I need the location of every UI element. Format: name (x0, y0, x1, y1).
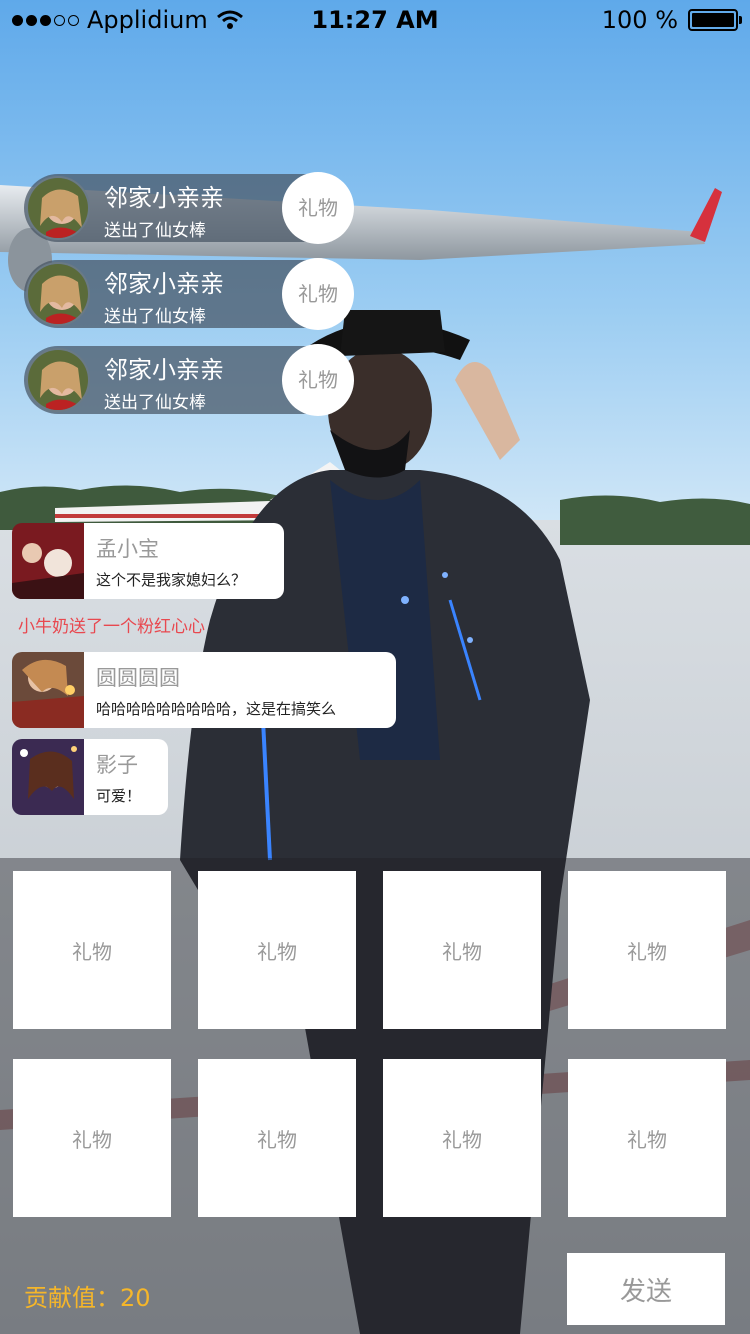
chat-username: 孟小宝 (96, 537, 159, 561)
chat-text: 可爱！ (96, 787, 142, 805)
gift-tile[interactable]: 礼物 (383, 871, 541, 1029)
gift-message: 送出了仙女棒 (104, 307, 206, 327)
avatar[interactable] (26, 262, 90, 326)
avatar[interactable] (26, 176, 90, 240)
send-button[interactable]: 发送 (567, 1253, 725, 1325)
gift-event-text: 小牛奶送了一个粉红心心 (18, 617, 205, 637)
sender-name: 邻家小亲亲 (104, 356, 224, 384)
gift-tile[interactable]: 礼物 (198, 1059, 356, 1217)
chat-username: 影子 (96, 753, 138, 777)
gift-icon: 礼物 (282, 344, 354, 416)
sender-name: 邻家小亲亲 (104, 270, 224, 298)
gift-tile[interactable]: 礼物 (13, 871, 171, 1029)
avatar[interactable] (12, 523, 84, 599)
gift-tile[interactable]: 礼物 (383, 1059, 541, 1217)
chat-bubble: 孟小宝 这个不是我家媳妇么？ (84, 523, 284, 599)
gift-message: 送出了仙女棒 (104, 393, 206, 413)
chat-bubble: 影子 可爱！ (84, 739, 168, 815)
chat-text: 哈哈哈哈哈哈哈哈哈，这是在搞笑么 (96, 700, 337, 718)
gift-notice[interactable]: 邻家小亲亲 送出了仙女棒 礼物 (24, 172, 354, 244)
gift-message: 送出了仙女棒 (104, 221, 206, 241)
gift-tile[interactable]: 礼物 (13, 1059, 171, 1217)
status-right: 100 % (601, 6, 742, 34)
battery-icon (688, 9, 742, 31)
gift-notice[interactable]: 邻家小亲亲 送出了仙女棒 礼物 (24, 344, 354, 416)
avatar[interactable] (12, 652, 84, 728)
gift-tile[interactable]: 礼物 (198, 871, 356, 1029)
chat-username: 圆圆圆圆 (96, 666, 180, 690)
sender-name: 邻家小亲亲 (104, 184, 224, 212)
chat-bubble: 圆圆圆圆 哈哈哈哈哈哈哈哈哈，这是在搞笑么 (84, 652, 396, 728)
avatar[interactable] (26, 348, 90, 412)
chat-text: 这个不是我家媳妇么？ (96, 571, 247, 589)
gift-tile[interactable]: 礼物 (568, 871, 726, 1029)
gift-notice[interactable]: 邻家小亲亲 送出了仙女棒 礼物 (24, 258, 354, 330)
gift-icon: 礼物 (282, 172, 354, 244)
contribution-value: 贡献值：20 (24, 1284, 151, 1312)
gift-tile[interactable]: 礼物 (568, 1059, 726, 1217)
avatar[interactable] (12, 739, 84, 815)
gift-icon: 礼物 (282, 258, 354, 330)
status-bar: Applidium 11:27 AM 100 % (0, 0, 750, 42)
battery-percentage: 100 % (601, 6, 678, 34)
